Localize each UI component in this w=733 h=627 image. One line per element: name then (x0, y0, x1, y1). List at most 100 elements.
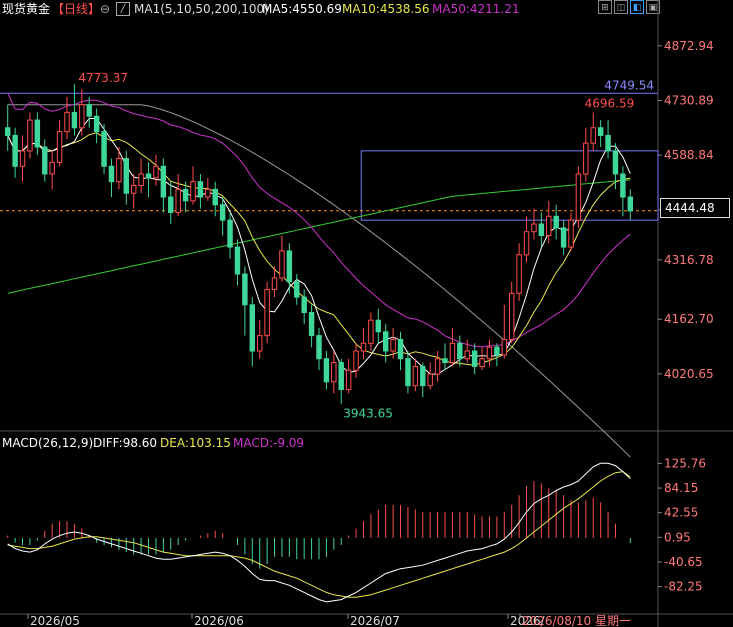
candle-up (412, 365, 419, 387)
candle-up (449, 342, 456, 364)
macd-y-tick-label: -82.25 (664, 580, 703, 594)
candle-down (494, 346, 500, 356)
y-tick-label: 4162.70 (664, 312, 714, 326)
candle-down (627, 196, 634, 212)
high-annotation-1: 4773.37 (78, 71, 128, 85)
low-annotation: 3943.65 (343, 407, 393, 421)
candle-down (382, 331, 389, 352)
candle-down (101, 131, 107, 167)
candle-up (368, 319, 374, 344)
candle-up (27, 119, 33, 152)
candle-up (19, 150, 26, 167)
candle-up (264, 288, 270, 337)
y-tick-label: 4872.94 (664, 39, 714, 53)
candle-up (116, 158, 122, 183)
candle-down (560, 227, 567, 248)
x-tick-label: 2026/07 (350, 614, 400, 627)
candle-down (160, 165, 167, 198)
candle-down (294, 281, 300, 298)
candle-down (234, 246, 241, 275)
x-tick-label: 2026/05 (30, 614, 80, 627)
macd-dea-line (7, 471, 631, 598)
candle-up (79, 104, 85, 129)
candle-down (227, 219, 233, 248)
candle-down (212, 188, 218, 206)
chart-canvas[interactable]: 4872.944730.894588.844446.794316.784162.… (0, 0, 733, 627)
candle-up (486, 346, 493, 360)
candle-down (108, 165, 115, 183)
candle-down (34, 119, 41, 148)
macd-y-tick-label: -40.65 (664, 555, 703, 569)
y-tick-label: 4020.65 (664, 367, 714, 381)
candle-down (71, 111, 78, 129)
candle-up (568, 219, 574, 248)
candle-down (316, 335, 322, 360)
candle-down (323, 358, 330, 383)
candle-down (4, 127, 11, 136)
candle-down (12, 134, 18, 167)
candle-down (242, 273, 248, 306)
macd-y-tick-label: 42.55 (664, 506, 698, 520)
candle-down (301, 296, 307, 314)
candle-up (175, 188, 181, 213)
macd-y-tick-label: 84.15 (664, 481, 698, 495)
high-annotation-2: 4696.59 (585, 97, 635, 111)
candle-up (583, 142, 589, 175)
y-tick-label: 4316.78 (664, 253, 714, 267)
y-tick-label: 4588.84 (664, 148, 714, 162)
candle-up (360, 342, 367, 352)
candle-down (219, 204, 226, 221)
candle-down (308, 312, 315, 337)
candle-up (49, 161, 55, 175)
candle-up (501, 338, 508, 356)
candle-down (338, 362, 344, 391)
candle-up (331, 362, 337, 383)
resistance-line-label: 4749.54 (604, 78, 654, 92)
x-tick-label: 2026/06 (194, 614, 244, 627)
candle-down (42, 146, 48, 175)
candle-down (375, 319, 382, 333)
macd-diff-line (7, 462, 631, 603)
candle-up (516, 254, 522, 294)
candle-up (575, 173, 582, 221)
candle-down (612, 150, 619, 175)
candle-up (205, 188, 211, 198)
candle-down (597, 127, 604, 136)
ma100-line (7, 104, 631, 458)
candle-up (508, 292, 515, 340)
candle-up (138, 173, 144, 187)
candle-down (93, 115, 100, 133)
candle-up (256, 335, 263, 352)
candle-up (279, 250, 285, 279)
current-price-tag: 4444.48 (660, 198, 730, 218)
candle-down (197, 181, 204, 198)
candle-down (86, 104, 92, 117)
candle-up (56, 131, 63, 163)
macd-y-tick-label: 125.76 (664, 456, 706, 470)
candle-down (471, 350, 478, 367)
candle-down (538, 223, 545, 237)
candle-down (182, 188, 189, 202)
candle-up (464, 350, 470, 360)
candle-down (420, 365, 426, 387)
candle-up (353, 350, 359, 371)
candle-down (168, 196, 174, 213)
candle-down (249, 304, 256, 352)
candle-up (390, 338, 396, 352)
candle-down (123, 158, 130, 194)
candle-up (479, 358, 485, 367)
candle-down (405, 358, 411, 387)
candle-up (271, 277, 278, 290)
chart-window: { "header": { "instrument": "现货黄金", "per… (0, 0, 733, 627)
candle-up (345, 369, 352, 391)
x-tick-label: 2026/08/10 星期一 (522, 614, 631, 627)
candle-up (523, 231, 530, 256)
candle-up (546, 215, 552, 237)
candle-up (64, 111, 70, 133)
candle-up (130, 185, 137, 194)
candle-down (553, 215, 559, 229)
y-tick-label: 4730.89 (664, 93, 714, 107)
candle-down (397, 338, 404, 360)
candle-up (153, 165, 159, 179)
candle-up (590, 127, 596, 144)
